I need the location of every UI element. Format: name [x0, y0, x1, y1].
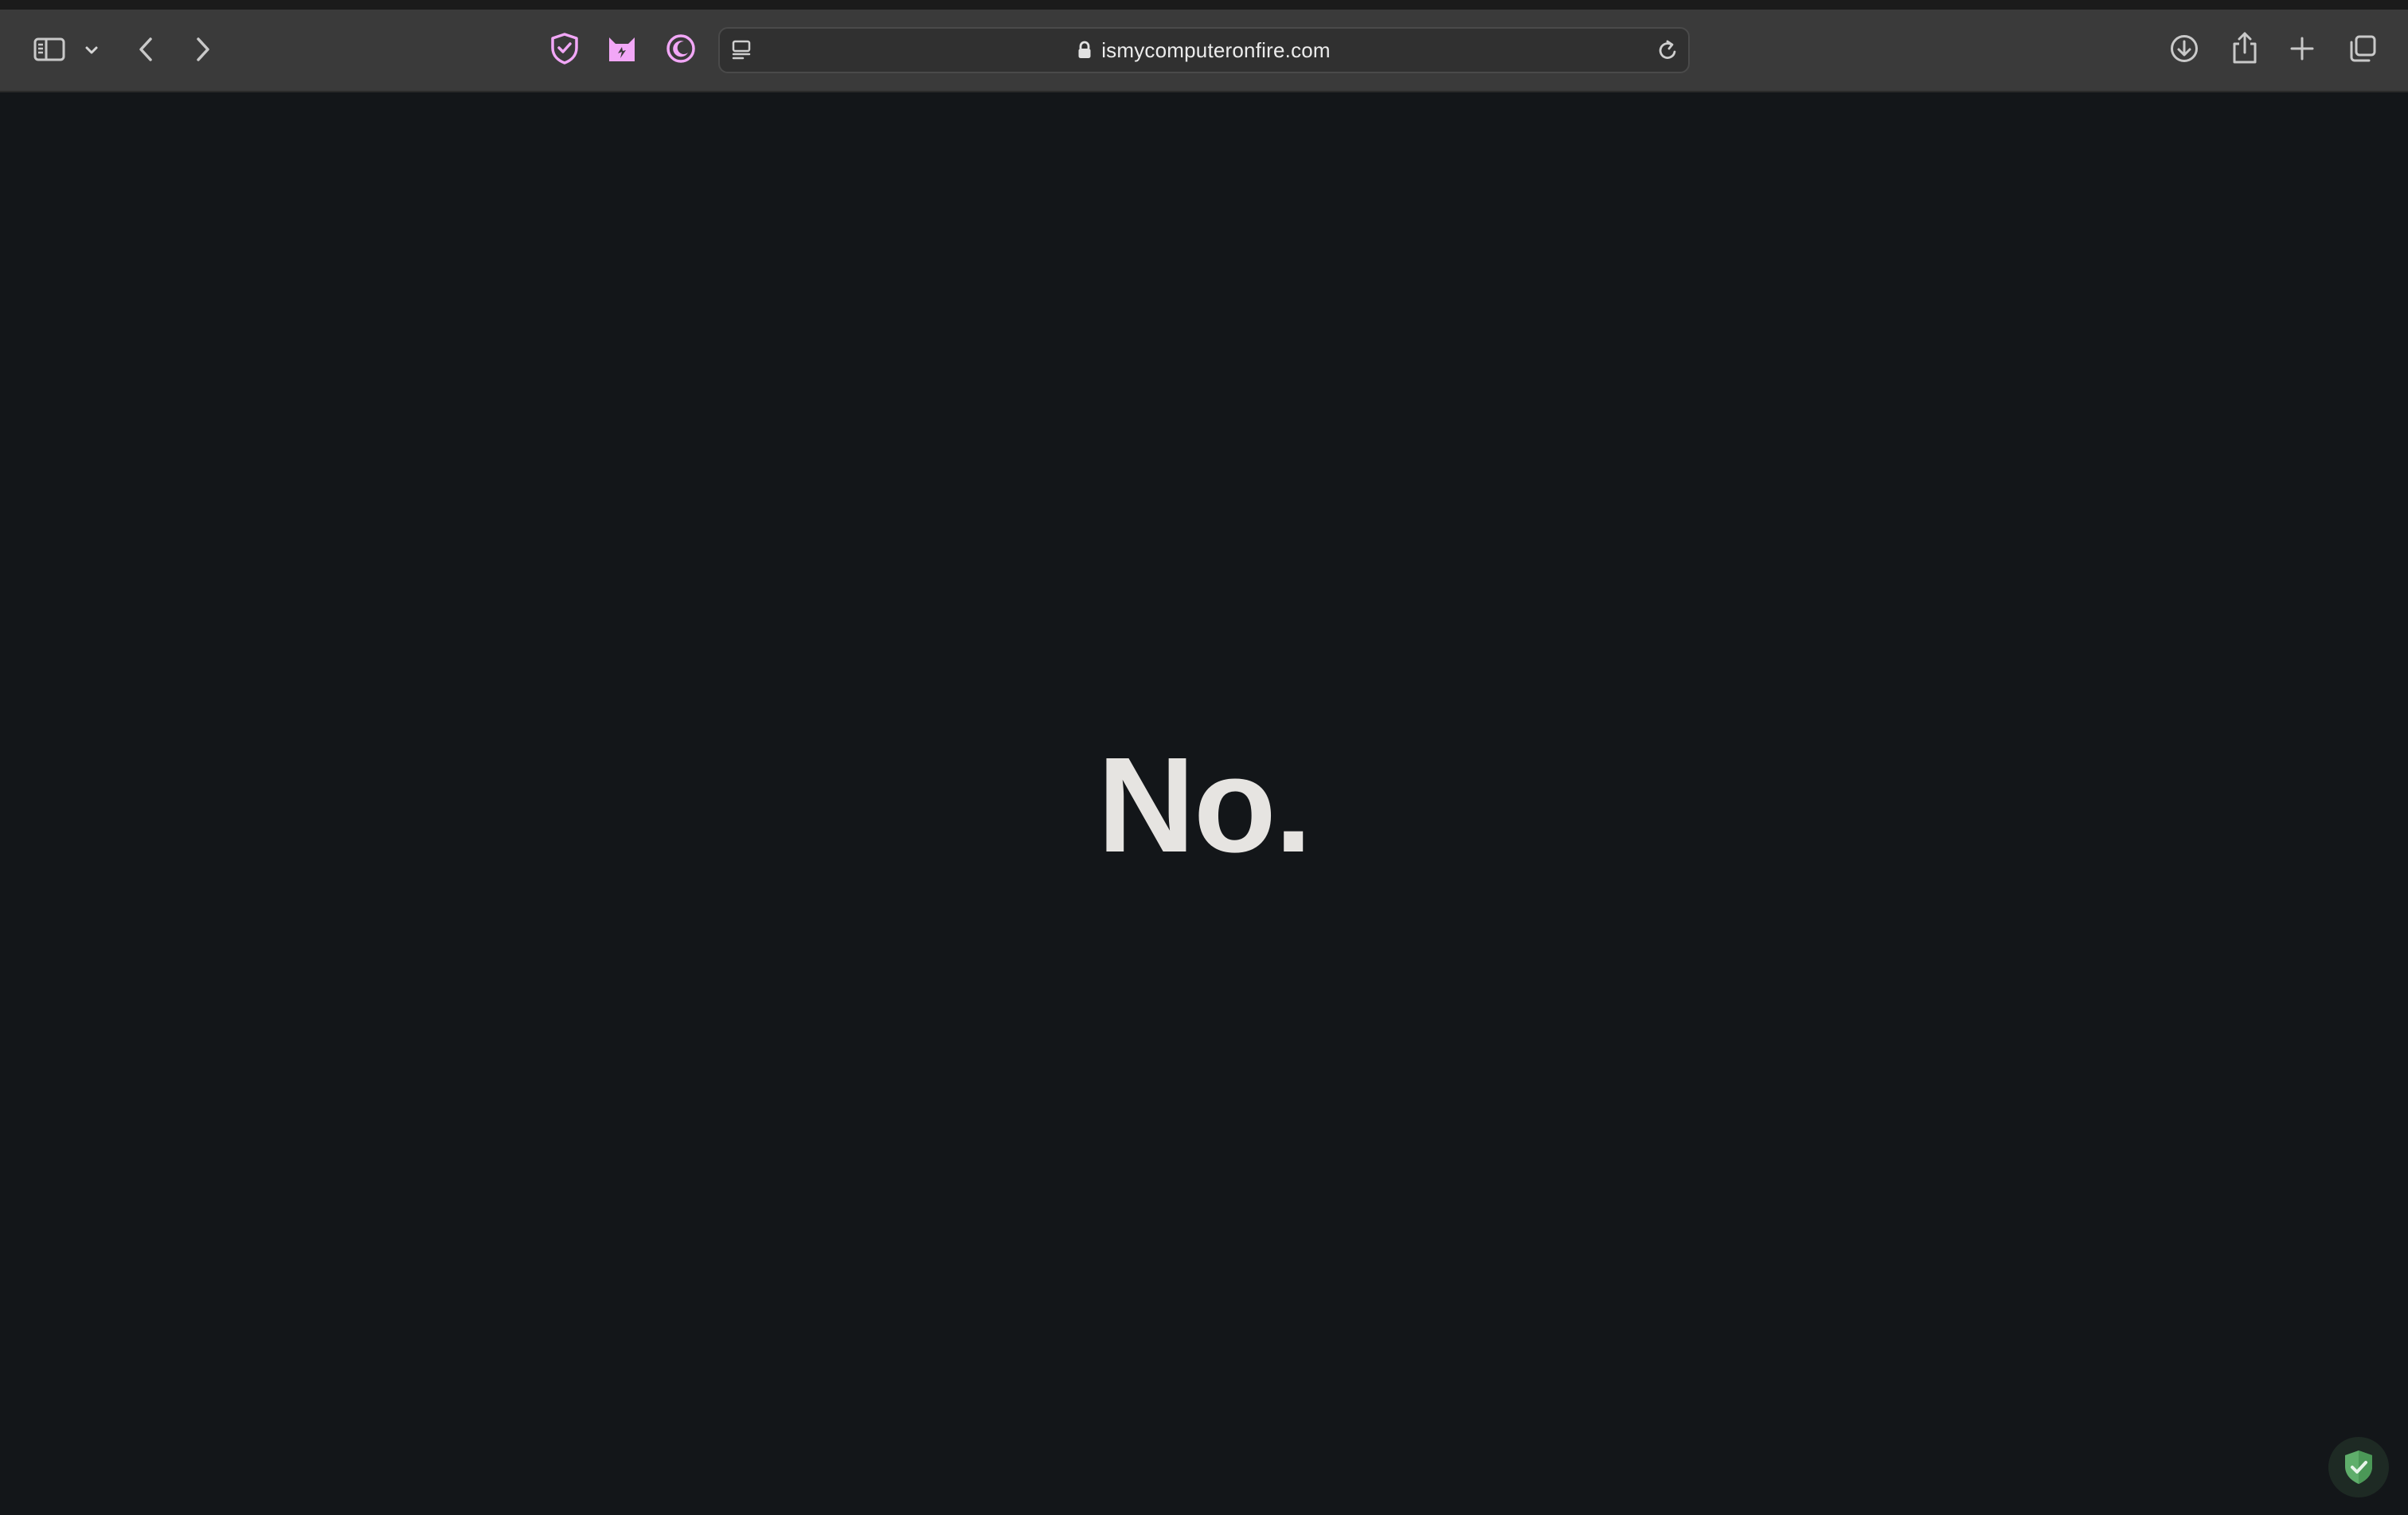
shield-check-icon	[2345, 1450, 2372, 1484]
url-text: ismycomputeronfire.com	[1101, 37, 1331, 62]
browser-window: ismycomputeronfire.com No.	[0, 0, 2408, 1515]
sidebar-toggle-button[interactable]	[30, 32, 68, 67]
window-top-edge	[0, 0, 2408, 10]
new-tab-button[interactable]	[2284, 30, 2320, 67]
tab-overview-button[interactable]	[2344, 30, 2381, 67]
dark-mode-moon-icon	[666, 34, 695, 63]
back-icon	[139, 37, 152, 61]
chevron-down-icon	[85, 46, 98, 54]
back-button[interactable]	[131, 32, 162, 67]
lock-icon	[1077, 41, 1092, 60]
share-icon	[2233, 32, 2257, 64]
privacy-extension-button[interactable]	[546, 30, 583, 67]
sidebar-icon	[33, 37, 65, 61]
tab-overview-icon	[2350, 35, 2376, 62]
web-page: No.	[0, 92, 2408, 1515]
new-tab-icon	[2290, 37, 2314, 61]
share-button[interactable]	[2226, 29, 2263, 67]
extension-cat-icon	[609, 37, 635, 61]
reload-button[interactable]	[1653, 35, 1683, 65]
address-bar[interactable]: ismycomputeronfire.com	[718, 27, 1690, 73]
url-display[interactable]: ismycomputeronfire.com	[720, 29, 1688, 72]
download-icon	[2171, 35, 2198, 62]
reload-icon	[1659, 40, 1676, 59]
answer-heading: No.	[1097, 730, 1312, 881]
cat-extension-button[interactable]	[604, 30, 640, 67]
forward-button[interactable]	[186, 32, 218, 67]
downloads-button[interactable]	[2166, 30, 2203, 67]
sidebar-menu-button[interactable]	[80, 38, 104, 62]
dark-mode-extension-button[interactable]	[663, 30, 699, 67]
forward-icon	[197, 37, 209, 61]
privacy-shield-icon	[551, 33, 578, 65]
security-badge[interactable]	[2328, 1437, 2389, 1497]
browser-toolbar: ismycomputeronfire.com	[0, 10, 2408, 92]
